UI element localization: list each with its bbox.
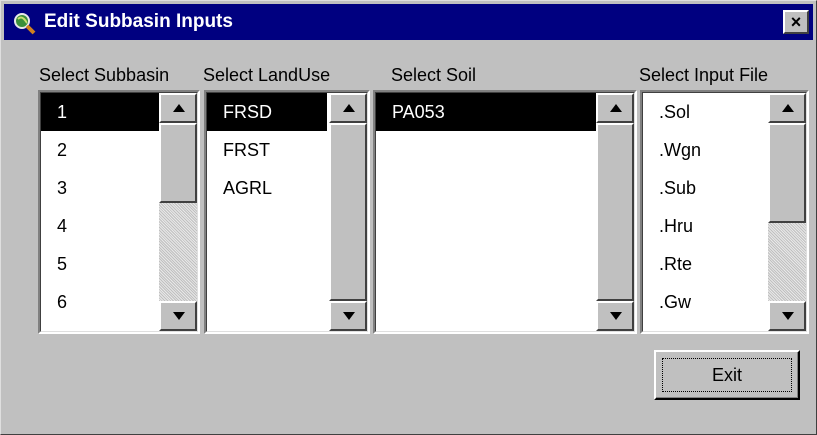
scroll-thumb[interactable] <box>159 123 197 203</box>
arrow-up-icon <box>173 104 185 112</box>
landuse-items: FRSD FRST AGRL <box>207 93 327 207</box>
list-item[interactable]: AGRL <box>207 169 327 207</box>
scroll-down-button[interactable] <box>329 301 367 331</box>
title-bar[interactable]: Edit Subbasin Inputs × <box>4 4 813 40</box>
soil-items: PA053 <box>376 93 596 131</box>
close-button[interactable]: × <box>783 10 809 34</box>
arrow-down-icon <box>610 312 622 320</box>
landuse-scrollbar[interactable] <box>329 93 367 331</box>
list-item[interactable]: 5 <box>41 245 161 283</box>
arrow-up-icon <box>782 104 794 112</box>
close-icon: × <box>790 12 802 32</box>
arrow-down-icon <box>782 312 794 320</box>
input-file-scrollbar[interactable] <box>768 93 806 331</box>
arrow-down-icon <box>343 312 355 320</box>
scroll-thumb[interactable] <box>596 123 634 301</box>
exit-button-label: Exit <box>711 365 742 385</box>
edit-subbasin-inputs-dialog: Edit Subbasin Inputs × Select Subbasin S… <box>0 0 817 435</box>
list-item[interactable]: FRSD <box>207 93 327 131</box>
list-item[interactable]: 1 <box>41 93 161 131</box>
scroll-thumb[interactable] <box>329 123 367 301</box>
scroll-down-button[interactable] <box>768 301 806 331</box>
soil-scrollbar[interactable] <box>596 93 634 331</box>
arrow-up-icon <box>343 104 355 112</box>
window-title: Edit Subbasin Inputs <box>44 11 233 32</box>
magnifier-globe-icon <box>12 11 36 35</box>
list-item[interactable]: .Hru <box>643 207 771 245</box>
list-item[interactable]: 3 <box>41 169 161 207</box>
subbasin-listbox[interactable]: 123456 <box>38 90 200 334</box>
scroll-up-button[interactable] <box>768 93 806 123</box>
input-file-listbox[interactable]: .Sol .Wgn .Sub .Hru .Rte .Gw <box>640 90 809 334</box>
scroll-up-button[interactable] <box>159 93 197 123</box>
list-item[interactable]: .Gw <box>643 283 771 321</box>
scroll-up-button[interactable] <box>596 93 634 123</box>
landuse-listbox[interactable]: FRSD FRST AGRL <box>204 90 370 334</box>
list-item[interactable]: 4 <box>41 207 161 245</box>
scroll-up-button[interactable] <box>329 93 367 123</box>
select-subbasin-label: Select Subbasin <box>39 65 170 85</box>
list-item[interactable]: FRST <box>207 131 327 169</box>
list-item[interactable]: .Wgn <box>643 131 771 169</box>
list-item[interactable]: 6 <box>41 283 161 321</box>
list-item[interactable]: .Sol <box>643 93 771 131</box>
subbasin-items: 123456 <box>41 93 161 321</box>
subbasin-scrollbar[interactable] <box>159 93 197 331</box>
select-landuse-label: Select LandUse <box>203 65 331 85</box>
soil-listbox[interactable]: PA053 <box>373 90 637 334</box>
select-soil-label: Select Soil <box>391 65 477 85</box>
scroll-down-button[interactable] <box>159 301 197 331</box>
exit-button[interactable]: Exit <box>654 350 800 400</box>
input-file-items: .Sol .Wgn .Sub .Hru .Rte .Gw <box>643 93 771 321</box>
list-item[interactable]: .Sub <box>643 169 771 207</box>
select-input-file-label: Select Input File <box>639 65 769 85</box>
list-item[interactable]: 2 <box>41 131 161 169</box>
arrow-up-icon <box>610 104 622 112</box>
scroll-thumb[interactable] <box>768 123 806 223</box>
list-item[interactable]: PA053 <box>376 93 596 131</box>
arrow-down-icon <box>173 312 185 320</box>
list-item[interactable]: .Rte <box>643 245 771 283</box>
scroll-down-button[interactable] <box>596 301 634 331</box>
